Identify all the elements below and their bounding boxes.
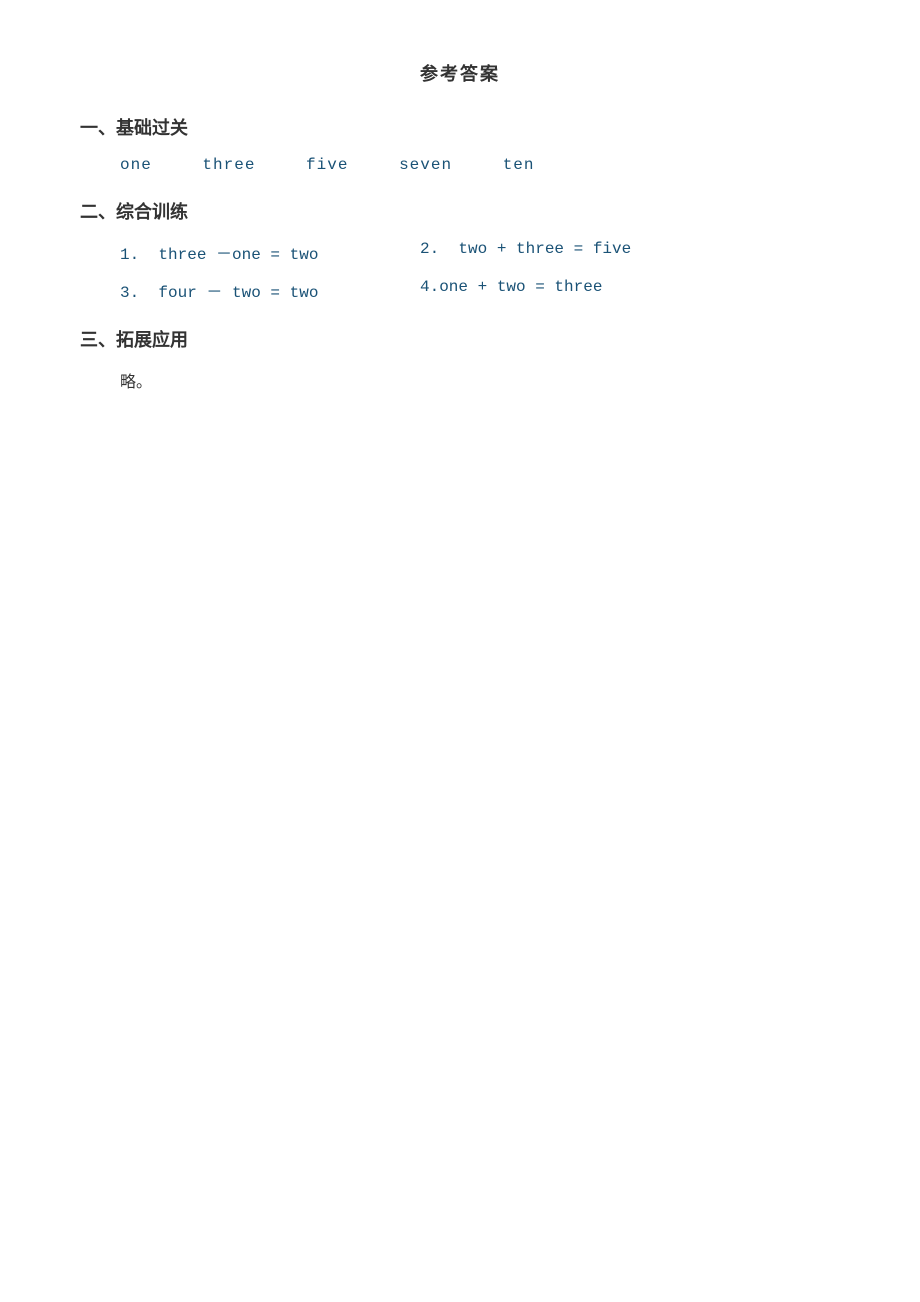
section-3: 三、拓展应用 略。	[80, 326, 840, 392]
exercise-1-eq: three －one = two	[158, 246, 318, 264]
section-3-text: 略。	[120, 368, 840, 392]
section-1: 一、基础过关 one three five seven ten	[80, 114, 840, 174]
page-title: 参考答案	[80, 60, 840, 86]
exercise-3-eq: four － two = two	[158, 284, 318, 302]
answer-ten: ten	[503, 156, 535, 174]
exercise-item-2: 2. two + three = five	[420, 240, 720, 264]
section-1-content: one three five seven ten	[80, 156, 840, 174]
section-1-heading: 一、基础过关	[80, 114, 840, 140]
exercise-line-1: 1. three －one = two 2. two + three = fiv…	[120, 240, 840, 264]
exercise-4-eq: one + two = three	[439, 278, 602, 296]
answer-five: five	[306, 156, 348, 174]
section-2-heading: 二、综合训练	[80, 198, 840, 224]
answer-three: three	[202, 156, 255, 174]
exercise-2-number: 2.	[420, 240, 439, 258]
exercise-2-eq: two + three = five	[458, 240, 631, 258]
section-2: 二、综合训练 1. three －one = two 2. two + thre…	[80, 198, 840, 302]
exercise-4-number: 4.	[420, 278, 439, 296]
exercise-line-2: 3. four － two = two 4.one + two = three	[120, 278, 840, 302]
exercise-item-3: 3. four － two = two	[120, 278, 420, 302]
answer-one: one	[120, 156, 152, 174]
answer-row: one three five seven ten	[120, 156, 840, 174]
exercise-3-number: 3.	[120, 284, 139, 302]
section-2-content: 1. three －one = two 2. two + three = fiv…	[80, 240, 840, 302]
answer-seven: seven	[399, 156, 452, 174]
section-3-heading: 三、拓展应用	[80, 326, 840, 352]
exercise-item-4: 4.one + two = three	[420, 278, 720, 302]
exercises-list: 1. three －one = two 2. two + three = fiv…	[120, 240, 840, 302]
exercise-1-number: 1.	[120, 246, 139, 264]
page: 参考答案 一、基础过关 one three five seven ten 二、综…	[0, 0, 920, 1302]
section-3-content: 略。	[80, 368, 840, 392]
exercise-item-1: 1. three －one = two	[120, 240, 420, 264]
